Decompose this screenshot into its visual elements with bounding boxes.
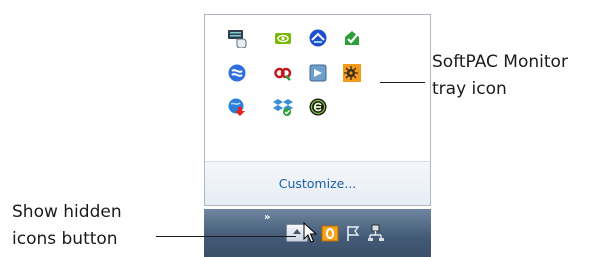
chevrons-label: » bbox=[264, 212, 271, 223]
show-hidden-callout-line bbox=[156, 236, 296, 237]
customize-area: Customize... bbox=[205, 162, 430, 205]
action-center-flag-icon[interactable] bbox=[344, 223, 364, 243]
chevron-up-icon bbox=[293, 229, 301, 234]
blue-arrow-box-icon[interactable] bbox=[308, 63, 328, 83]
blue-network-icon[interactable] bbox=[308, 28, 328, 48]
red-chain-icon[interactable] bbox=[273, 63, 293, 83]
globe-down-arrow-icon[interactable] bbox=[227, 97, 247, 117]
customize-link[interactable]: Customize... bbox=[205, 176, 430, 191]
dropbox-icon[interactable] bbox=[273, 97, 293, 117]
office-reminder-icon[interactable] bbox=[320, 223, 340, 243]
black-e-circle-icon[interactable] bbox=[308, 97, 328, 117]
taskbar-notification-area: » bbox=[204, 209, 431, 257]
keyboard-mouse-icon[interactable] bbox=[227, 28, 247, 48]
mouse-cursor-icon bbox=[303, 221, 318, 248]
softpac-monitor-icon[interactable] bbox=[342, 63, 362, 83]
network-icon[interactable] bbox=[366, 223, 386, 243]
blue-s-logo-icon[interactable] bbox=[227, 63, 247, 83]
softpac-callout-line bbox=[380, 82, 425, 83]
green-sync-icon[interactable] bbox=[342, 28, 362, 48]
show-hidden-callout-line2: icons button bbox=[12, 229, 118, 249]
softpac-callout-line1: SoftPAC Monitor bbox=[432, 52, 568, 72]
show-hidden-callout-line1: Show hidden bbox=[12, 202, 122, 222]
nvidia-icon[interactable] bbox=[273, 28, 293, 48]
notification-overflow-panel: Customize... bbox=[204, 14, 431, 206]
softpac-callout-line2: tray icon bbox=[432, 79, 507, 99]
